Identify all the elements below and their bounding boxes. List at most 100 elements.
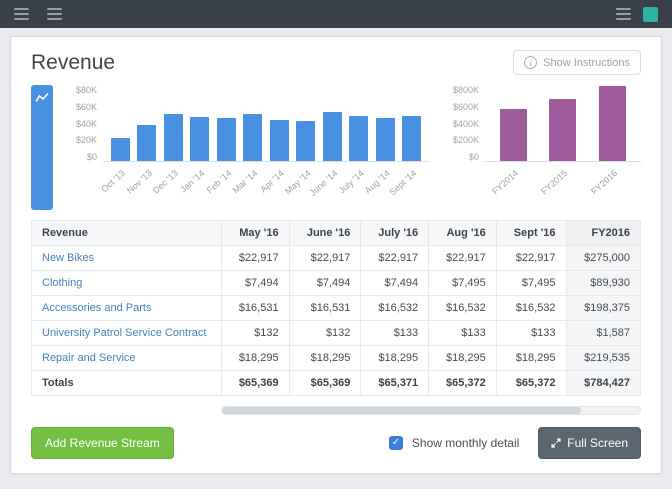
bar-mar-14 [243,114,262,161]
revenue-table-body: New Bikes$22,917$22,917$22,917$22,917$22… [32,246,641,396]
annual-bars [485,85,641,162]
show-instructions-button[interactable]: i Show Instructions [513,50,641,75]
card-footer: Add Revenue Stream ✓ Show monthly detail… [11,415,661,473]
show-monthly-detail-checkbox[interactable]: ✓ [389,436,403,450]
cell-value: $65,372 [429,371,497,396]
cell-value: $22,917 [289,246,361,271]
totals-label: Totals [32,371,222,396]
bar-july-14 [349,116,368,161]
menu-icon-right[interactable] [616,8,631,20]
bar-june-14 [323,112,342,161]
x-tick-label: FY2016 [589,168,619,197]
y-tick-label: $0 [469,152,479,162]
column-header-may-16: May '16 [222,221,290,246]
bar-slot [538,85,587,161]
x-label-slot: FY2016 [588,162,637,206]
cell-value: $16,532 [496,296,566,321]
show-monthly-detail-label[interactable]: Show monthly detail [412,436,519,450]
x-label-slot: FY2014 [489,162,538,206]
sparkline-icon [35,92,49,104]
y-tick-label: $800K [453,85,479,95]
column-header-aug-16: Aug '16 [429,221,497,246]
cell-value: $65,369 [289,371,361,396]
revenue-stream-link[interactable]: Clothing [32,271,222,296]
column-header-july-16: July '16 [361,221,429,246]
cell-value: $7,494 [222,271,290,296]
cell-value: $7,495 [429,271,497,296]
cell-value: $784,427 [566,371,640,396]
bar-slot [134,85,161,161]
cell-value: $132 [289,321,361,346]
revenue-stream-link[interactable]: University Patrol Service Contract [32,321,222,346]
y-tick-label: $0 [87,152,97,162]
y-tick-label: $60K [76,102,97,112]
x-tick-label: Oct '13 [99,168,127,194]
bar-aug-14 [376,118,395,161]
bar-sept-14 [402,116,421,161]
monthly-bars [103,85,429,162]
horizontal-scrollbar-track[interactable] [221,406,641,415]
y-tick-label: $40K [76,119,97,129]
bar-fy2015 [549,99,576,161]
revenue-table-head-row: RevenueMay '16June '16July '16Aug '16Sep… [32,221,641,246]
cell-value: $16,531 [289,296,361,321]
annual-y-axis: $800K$600K$400K$200K$0 [445,85,485,162]
navbar-left-group [14,8,62,20]
full-screen-button[interactable]: Full Screen [538,427,641,459]
table-row: New Bikes$22,917$22,917$22,917$22,917$22… [32,246,641,271]
cell-value: $16,532 [361,296,429,321]
navbar-right-group [616,7,658,22]
cell-value: $133 [429,321,497,346]
account-swatch[interactable] [643,7,658,22]
cell-value: $22,917 [222,246,290,271]
bar-slot [107,85,134,161]
bar-oct-13 [111,138,130,161]
column-header-revenue: Revenue [32,221,222,246]
bar-fy2016 [599,86,626,161]
card-header: Revenue i Show Instructions [11,37,661,83]
revenue-card: Revenue i Show Instructions $80K$60K$40K… [10,36,662,474]
revenue-table: RevenueMay '16June '16July '16Aug '16Sep… [31,220,641,396]
monthly-y-axis: $80K$60K$40K$20K$0 [63,85,103,162]
chart-tab[interactable] [31,85,53,210]
column-header-sept-16: Sept '16 [496,221,566,246]
table-scrollbar-row [31,406,641,415]
bar-slot [346,85,373,161]
bar-feb-14 [217,118,236,161]
cell-value: $133 [361,321,429,346]
cell-value: $132 [222,321,290,346]
footer-right-group: ✓ Show monthly detail Full Screen [389,427,641,459]
column-header-fy2016: FY2016 [566,221,640,246]
revenue-stream-link[interactable]: Repair and Service [32,346,222,371]
add-revenue-stream-button[interactable]: Add Revenue Stream [31,427,174,459]
cell-value: $22,917 [361,246,429,271]
cell-value: $7,494 [361,271,429,296]
monthly-revenue-chart: $80K$60K$40K$20K$0 Oct '13Nov '13Dec '13… [63,85,429,210]
charts-panel: $80K$60K$40K$20K$0 Oct '13Nov '13Dec '13… [31,85,641,210]
bar-may-14 [296,121,315,161]
cell-value: $18,295 [496,346,566,371]
bar-slot [372,85,399,161]
cell-value: $16,532 [429,296,497,321]
menu-icon-secondary[interactable] [47,8,62,20]
x-tick-label: FY2014 [490,168,520,197]
cell-value: $65,369 [222,371,290,396]
menu-icon[interactable] [14,8,29,20]
revenue-stream-link[interactable]: Accessories and Parts [32,296,222,321]
totals-row: Totals$65,369$65,369$65,371$65,372$65,37… [32,371,641,396]
cell-value: $65,372 [496,371,566,396]
bar-slot [293,85,320,161]
y-tick-label: $600K [453,102,479,112]
bar-fy2014 [500,109,527,161]
page-title: Revenue [31,51,115,75]
cell-value: $22,917 [429,246,497,271]
bar-slot [187,85,214,161]
cell-value: $198,375 [566,296,640,321]
revenue-stream-link[interactable]: New Bikes [32,246,222,271]
monthly-plot-area: Oct '13Nov '13Dec '13Jan '14Feb '14Mar '… [103,85,429,210]
bar-slot [489,85,538,161]
y-tick-label: $400K [453,119,479,129]
table-row: Clothing$7,494$7,494$7,494$7,495$7,495$8… [32,271,641,296]
bar-jan-14 [190,117,209,161]
horizontal-scrollbar-handle[interactable] [222,407,581,414]
